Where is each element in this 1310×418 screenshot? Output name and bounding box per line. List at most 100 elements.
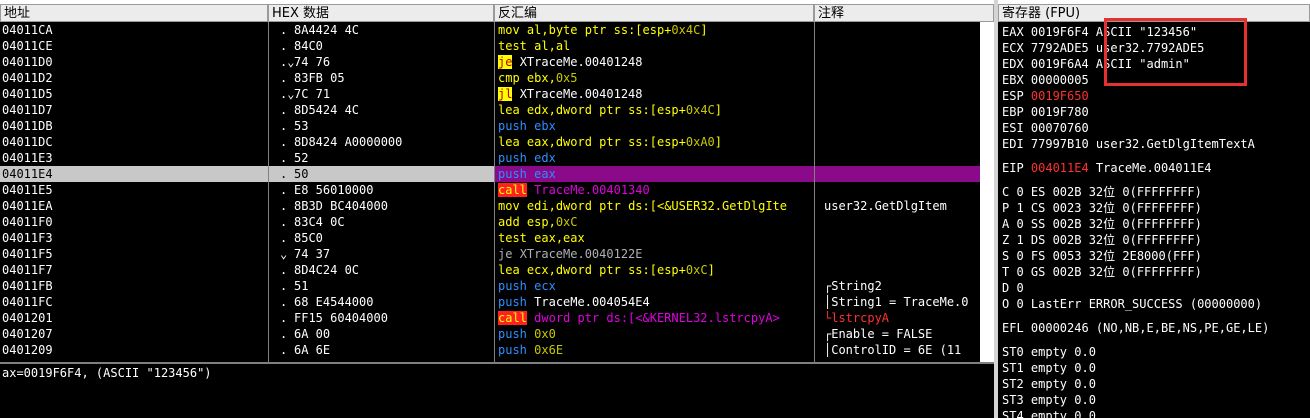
comment-cell [814,246,980,262]
disasm-cell: push eax [494,166,814,182]
disasm-row[interactable]: 04011E3. 52 push edx [0,150,980,166]
flag-line[interactable]: C 0 ES 002B 32位 0(FFFFFFFF) [1002,184,1202,200]
efl-line[interactable]: EFL 00000246 (NO,NB,E,BE,NS,PE,GE,LE) [1002,320,1269,336]
comment-cell: ┌String2 [824,279,882,293]
disasm-row[interactable]: 04011D7. 8D5424 4C lea edx,dword ptr ss:[e… [0,102,980,118]
register-name: EAX [1002,25,1031,39]
flag-line[interactable]: Z 1 DS 002B 32位 0(FFFFFFFF) [1002,232,1202,248]
disasm-row[interactable]: 0401201. FF15 60404000 call dword ptr ds:[… [0,310,980,326]
disasm-row[interactable]: 04011DC. 8D8424 A0000000 lea eax,dword ptr… [0,134,980,150]
fpu-line[interactable]: ST0 empty 0.0 [1002,344,1096,360]
header-hex[interactable]: HEX 数据 [268,4,494,22]
disasm-cell: lea edx,dword ptr ss:[esp+0x4C] [494,102,814,118]
disasm-cell: je XTraceMe.00401248 [494,54,814,70]
register-name: EDX [1002,57,1031,71]
info-pane[interactable]: ax=0019F6F4, (ASCII "123456") [0,362,996,418]
flag-line[interactable]: A 0 SS 002B 32位 0(FFFFFFFF) [1002,216,1202,232]
disasm-row[interactable]: 04011E4. 50 push eax [0,166,980,182]
jump-marker: . [280,215,288,229]
register-ebx[interactable]: EBX 00000005 [1002,72,1089,88]
operands: TraceMe.004054E4 [534,295,650,309]
fpu-line[interactable]: ST2 empty 0.0 [1002,376,1096,392]
disasm-cell: push TraceMe.004054E4 [494,294,814,310]
mnemonic: mov [498,23,520,37]
disasm-row[interactable]: 04011CA. 8A4424 4C mov al,byte ptr ss:[esp… [0,22,980,38]
address-cell: 04011CA [2,23,53,37]
operands: eax [534,167,556,181]
disasm-row[interactable]: 04011F7. 8D4C24 0C lea ecx,dword ptr ss:[e… [0,262,980,278]
disasm-row[interactable]: 04011E5. E8 56010000 call TraceMe.00401340 [0,182,980,198]
comment-cell [814,102,980,118]
disasm-row[interactable]: 04011CE. 84C0 test al,al [0,38,980,54]
comment-cell: ┌Enable = FALSE [824,327,933,341]
hex-bytes: 8D5424 4C [294,103,360,117]
comment-cell [814,134,980,150]
register-esp[interactable]: ESP 0019F650 [1002,88,1089,104]
immediate-value: 0x5 [555,71,578,85]
register-edi[interactable]: EDI 77997B10 user32.GetDlgItemTextA [1002,136,1255,152]
disasm-row[interactable]: 04011F5 ⌄ 74 37 je XTraceMe.0040122E [0,246,980,262]
operands: XTraceMe.0040122E [519,247,643,261]
disasm-cell: jl XTraceMe.00401248 [494,86,814,102]
disasm-row[interactable]: 04011D2. 83FB 05 cmp ebx,0x5 [0,70,980,86]
flag-line[interactable]: S 0 FS 0053 32位 2E8000(FFF) [1002,248,1202,264]
jump-marker: . [280,167,288,181]
register-value: 0019F6F4 [1030,25,1089,39]
mnemonic: push [498,343,527,357]
hex-bytes: 84C0 [294,39,323,53]
header-comment[interactable]: 注释 [814,4,994,22]
cpu-disassembly-pane[interactable]: 04011CA. 8A4424 4C mov al,byte ptr ss:[esp… [0,22,980,362]
address-cell: 04011D5 [2,87,53,101]
jump-marker: . [280,279,288,293]
hex-cell: . 50 [268,166,494,182]
jump-marker: . [280,311,288,325]
disasm-row[interactable]: 0401209. 6A 6E push 0x6E │ControlID = 6E (1… [0,342,980,358]
disasm-row[interactable]: 04011FC. 68 E4544000 push TraceMe.004054E4… [0,294,980,310]
register-name: EDI [1002,137,1031,151]
disasm-row[interactable]: 04011FB. 51 push ecx ┌String2 [0,278,980,294]
fpu-line[interactable]: ST3 empty 0.0 [1002,392,1096,408]
fpu-line[interactable]: ST4 empty 0.0 [1002,408,1096,418]
flag-line[interactable]: P 1 CS 0023 32位 0(FFFFFFFF) [1002,200,1202,216]
operands: al,byte ptr ss:[esp+ [526,23,672,37]
register-ebp[interactable]: EBP 0019F780 [1002,104,1089,120]
disasm-cell: call TraceMe.00401340 [494,182,814,198]
flag-line[interactable]: D 0 [1002,280,1024,296]
jump-marker: ⌄ [280,247,288,261]
disasm-row[interactable]: 04011DB. 53 push ebx [0,118,980,134]
hex-bytes: 53 [294,119,309,133]
disasm-row[interactable]: 04011D5 .⌄7C 71 jl XTraceMe.00401248 [0,86,980,102]
jump-marker: . [280,263,288,277]
comment-cell [814,86,980,102]
immediate-value: 0x0 [534,327,556,341]
operands: esp, [526,215,556,229]
operands: eax,eax [534,231,585,245]
register-esi[interactable]: ESI 00070760 [1002,120,1089,136]
jump-marker: . [280,135,288,149]
hex-bytes: 52 [294,151,309,165]
disasm-cell: add esp,0xC [494,214,814,230]
mnemonic: push [498,279,527,293]
fpu-line[interactable]: ST1 empty 0.0 [1002,360,1096,376]
comment-cell [814,22,980,38]
hex-bytes: 8D8424 A0000000 [294,135,403,149]
flag-line[interactable]: O 0 LastErr ERROR_SUCCESS (00000000) [1002,296,1262,312]
immediate-value: 0xC [555,215,578,229]
disasm-row[interactable]: 04011D0 .⌄74 76 je XTraceMe.00401248 [0,54,980,70]
disasm-row[interactable]: 0401207. 6A 00 push 0x0 ┌Enable = FALSE [0,326,980,342]
comment-cell: user32.GetDlgItem [824,199,947,213]
register-value: 0019F6A4 [1030,57,1089,71]
hex-bytes: 83FB 05 [294,71,345,85]
disasm-cell: push edx [494,150,814,166]
disasm-row[interactable]: 04011F3. 85C0 test eax,eax [0,230,980,246]
header-address[interactable]: 地址 [0,4,268,22]
flag-line[interactable]: T 0 GS 002B 32位 0(FFFFFFFF) [1002,264,1202,280]
register-eip[interactable]: EIP 004011E4 TraceMe.004011E4 [1002,160,1212,176]
disasm-row[interactable]: 04011EA. 8B3D BC404000 mov edi,dword ptr d… [0,198,980,214]
mnemonic: push [498,295,527,309]
jump-marker: . [280,295,288,309]
header-disasm[interactable]: 反汇编 [494,4,814,22]
disasm-row[interactable]: 04011F0. 83C4 0C add esp,0xC [0,214,980,230]
mnemonic: push [498,151,527,165]
jump-marker: . [280,71,288,85]
